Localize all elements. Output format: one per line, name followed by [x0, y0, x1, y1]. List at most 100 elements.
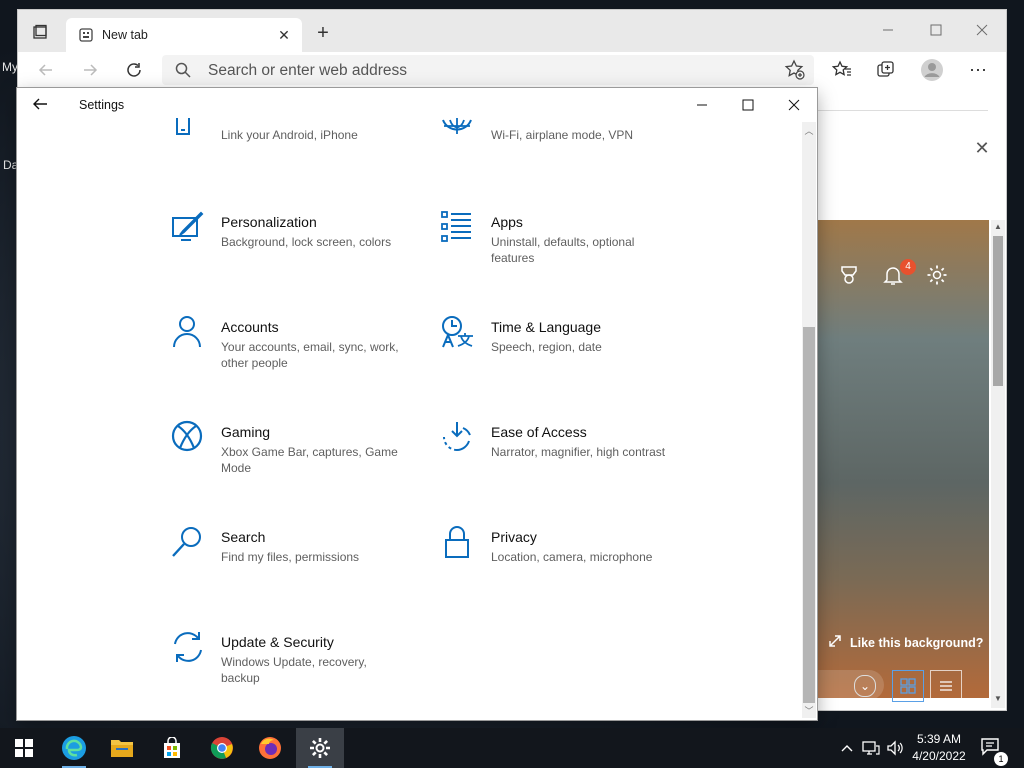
settings-item-personalization[interactable]: Personalization Background, lock screen,…: [171, 210, 411, 290]
settings-item-description: Narrator, magnifier, high contrast: [491, 445, 666, 459]
like-background-link[interactable]: Like this background?: [828, 634, 983, 651]
tab-actions-icon[interactable]: [26, 20, 54, 44]
taskbar-settings[interactable]: [296, 728, 344, 768]
refresh-icon[interactable]: [122, 58, 146, 82]
like-background-label: Like this background?: [850, 635, 984, 650]
list-icon: [940, 681, 952, 691]
accounts-icon: [171, 315, 205, 349]
gear-icon: [310, 738, 330, 758]
settings-item-privacy[interactable]: Privacy Location, camera, microphone: [441, 525, 681, 605]
list-layout-button[interactable]: [930, 670, 962, 702]
settings-item-description: Uninstall, defaults, optional features: [491, 235, 635, 265]
settings-item-gaming[interactable]: Gaming Xbox Game Bar, captures, Game Mod…: [171, 420, 411, 500]
volume-icon[interactable]: [884, 728, 906, 768]
settings-item-description: Xbox Game Bar, captures, Game Mode: [221, 445, 398, 475]
taskbar: 5:39 AM 4/20/2022 1: [0, 728, 1024, 768]
xbox-icon: [171, 420, 205, 454]
system-clock[interactable]: 5:39 AM 4/20/2022: [906, 731, 972, 765]
browser-tab[interactable]: New tab ✕: [66, 18, 302, 52]
settings-item-description: Speech, region, date: [491, 340, 602, 354]
notification-badge: 4: [900, 259, 916, 275]
ease-of-access-icon: [441, 420, 475, 454]
time-language-icon: [441, 315, 475, 349]
address-bar[interactable]: [162, 55, 814, 85]
close-tab-icon[interactable]: ✕: [274, 25, 294, 45]
chevron-down-icon: ⌄: [854, 675, 876, 697]
store-icon: [164, 737, 180, 758]
settings-item-network[interactable]: Wi-Fi, airplane mode, VPN: [441, 114, 681, 154]
settings-item-apps[interactable]: Apps Uninstall, defaults, optional featu…: [441, 210, 681, 290]
scroll-up-icon[interactable]: ︿: [802, 124, 816, 136]
add-favorite-icon[interactable]: [784, 59, 806, 81]
settings-item-ease-of-access[interactable]: Ease of Access Narrator, magnifier, high…: [441, 420, 681, 500]
settings-item-description: Link your Android, iPhone: [221, 128, 358, 142]
notification-strip: [818, 60, 988, 111]
edge-icon: [62, 736, 86, 760]
scroll-up-icon[interactable]: ▲: [993, 222, 1003, 234]
gear-icon[interactable]: [926, 264, 950, 288]
settings-item-description: Find my files, permissions: [221, 550, 360, 564]
back-icon[interactable]: [34, 58, 58, 82]
search-icon: [171, 525, 205, 559]
settings-item-name: Personalization: [221, 214, 317, 230]
desktop-label[interactable]: My: [2, 60, 18, 74]
globe-icon: [441, 118, 475, 152]
minimize-icon[interactable]: [868, 16, 908, 44]
clock-time: 5:39 AM: [916, 732, 962, 746]
new-tab-button[interactable]: +: [312, 22, 334, 44]
settings-item-update-security[interactable]: Update & Security Windows Update, recove…: [171, 630, 411, 710]
maximize-icon[interactable]: [725, 92, 771, 118]
clock-date: 4/20/2022: [912, 749, 966, 763]
windows-icon: [15, 739, 33, 757]
apps-icon: [441, 210, 475, 244]
expand-icon: [828, 634, 842, 651]
rewards-icon[interactable]: [838, 264, 862, 288]
back-icon[interactable]: [31, 95, 51, 115]
taskbar-chrome[interactable]: [198, 728, 246, 768]
close-icon[interactable]: [771, 92, 817, 118]
settings-scrollbar[interactable]: ︿ ﹀: [802, 122, 816, 718]
grid-layout-button[interactable]: [892, 670, 924, 702]
scroll-down-icon[interactable]: ﹀: [802, 704, 816, 716]
scrollbar-thumb[interactable]: [803, 327, 815, 703]
settings-item-phone[interactable]: Link your Android, iPhone: [171, 114, 411, 154]
phone-icon: [171, 118, 205, 152]
close-icon[interactable]: [962, 16, 1002, 44]
firefox-icon: [259, 737, 281, 759]
background-image: [818, 220, 989, 698]
settings-item-search[interactable]: Search Find my files, permissions: [171, 525, 411, 605]
maximize-icon[interactable]: [916, 16, 956, 44]
personalization-icon: [171, 210, 205, 244]
settings-item-name: Time & Language: [491, 319, 601, 335]
taskbar-store[interactable]: [148, 728, 196, 768]
settings-title-bar: Settings: [17, 88, 817, 122]
settings-title: Settings: [79, 98, 125, 112]
newtab-icon: [78, 27, 94, 43]
taskbar-file-explorer[interactable]: [98, 728, 146, 768]
taskbar-firefox[interactable]: [246, 728, 294, 768]
close-notification-icon[interactable]: ✕: [970, 136, 994, 160]
show-hidden-icons[interactable]: [838, 728, 856, 768]
settings-item-name: Update & Security: [221, 634, 334, 650]
page-scrollbar[interactable]: ▲ ▼: [991, 220, 1005, 708]
settings-item-description: Location, camera, microphone: [491, 550, 653, 564]
settings-item-description: Background, lock screen, colors: [221, 235, 392, 249]
taskbar-edge[interactable]: [50, 728, 98, 768]
settings-item-name: Privacy: [491, 529, 537, 545]
settings-item-name: Apps: [491, 214, 523, 230]
forward-icon[interactable]: [78, 58, 102, 82]
chrome-icon: [210, 737, 233, 759]
minimize-icon[interactable]: [679, 92, 725, 118]
feed-dropdown[interactable]: ⌄: [818, 670, 884, 700]
tab-bar: New tab ✕ +: [18, 10, 1006, 52]
settings-item-time-language[interactable]: Time & Language Speech, region, date: [441, 315, 681, 395]
scroll-down-icon[interactable]: ▼: [993, 694, 1003, 706]
settings-item-name: Ease of Access: [491, 424, 587, 440]
start-button[interactable]: [0, 728, 48, 768]
lock-icon: [441, 525, 475, 559]
settings-item-accounts[interactable]: Accounts Your accounts, email, sync, wor…: [171, 315, 411, 395]
network-icon[interactable]: [860, 728, 882, 768]
settings-item-name: Gaming: [221, 424, 271, 440]
address-input[interactable]: [206, 59, 770, 83]
scrollbar-thumb[interactable]: [993, 236, 1003, 386]
